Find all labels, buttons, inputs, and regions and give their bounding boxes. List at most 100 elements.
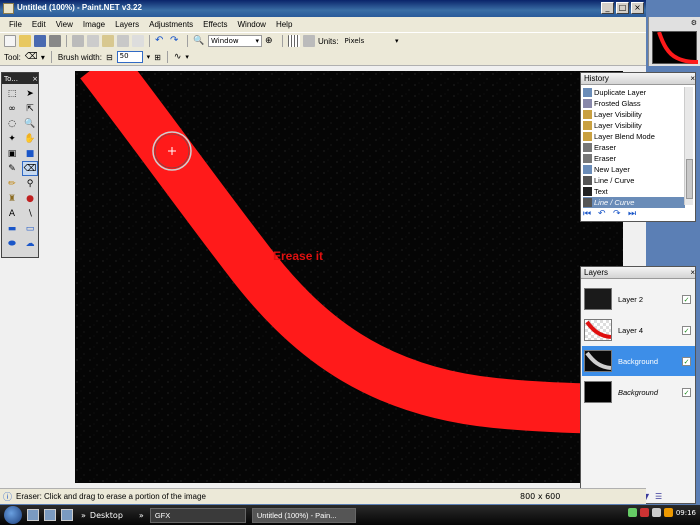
layer-row[interactable]: Background ✓ xyxy=(582,377,695,407)
open-folder-icon[interactable] xyxy=(19,35,31,47)
increase-width-icon[interactable]: ⊞ xyxy=(154,53,161,62)
chevron-down-icon[interactable]: ▾ xyxy=(147,53,151,61)
rectangle-select-icon[interactable]: ⬚ xyxy=(4,86,20,101)
image-thumbnail[interactable] xyxy=(652,31,699,64)
eraser-icon[interactable]: ⌫ xyxy=(22,161,38,176)
chevron-right-icon[interactable]: » xyxy=(139,511,144,520)
desktop-toolbar-label[interactable]: Desktop xyxy=(90,511,123,520)
undo-icon[interactable]: ↶ xyxy=(155,35,167,47)
tray-icon[interactable] xyxy=(651,508,661,517)
pencil-icon[interactable]: ✏ xyxy=(4,176,20,191)
history-item[interactable]: Line / Curve xyxy=(583,175,685,186)
chevron-down-icon[interactable]: ▾ xyxy=(185,53,189,61)
clone-stamp-icon[interactable]: ♜ xyxy=(4,191,20,206)
lasso-select-icon[interactable]: ∞ xyxy=(4,101,20,116)
cut-icon[interactable] xyxy=(72,35,84,47)
tray-icon[interactable] xyxy=(639,508,649,517)
copy-icon[interactable] xyxy=(87,35,99,47)
decrease-width-icon[interactable]: ⊟ xyxy=(106,53,113,62)
rewind-icon[interactable]: ⏮ xyxy=(583,209,593,219)
menu-file[interactable]: File xyxy=(4,20,27,29)
close-icon[interactable]: × xyxy=(690,74,695,83)
quick-launch-icon[interactable] xyxy=(61,509,73,521)
pin-icon[interactable]: ⚙ xyxy=(691,19,697,27)
layer-visibility-checkbox[interactable]: ✓ xyxy=(682,325,691,335)
history-item[interactable]: Eraser xyxy=(583,153,685,164)
zoom-dropdown[interactable]: Window ▾ xyxy=(208,35,262,47)
redo-icon[interactable]: ↷ xyxy=(613,209,623,219)
history-item[interactable]: Line / Curve xyxy=(583,197,685,208)
pan-icon[interactable]: ✋ xyxy=(22,131,38,146)
crop-icon[interactable] xyxy=(117,35,129,47)
taskbar-item-paintnet[interactable]: Untitled (100%) - Pain... xyxy=(251,507,356,523)
grid-icon[interactable] xyxy=(288,35,300,47)
history-item[interactable]: Layer Visibility xyxy=(583,109,685,120)
history-item[interactable]: New Layer xyxy=(583,164,685,175)
zoom-icon[interactable]: 🔍 xyxy=(193,35,205,47)
chevron-down-icon[interactable]: ▾ xyxy=(41,53,45,62)
history-scrollbar[interactable] xyxy=(684,87,693,205)
recolor-icon[interactable]: ● xyxy=(22,191,38,206)
image-canvas[interactable]: Erease it xyxy=(75,71,623,483)
paste-icon[interactable] xyxy=(102,35,114,47)
zoom-in-icon[interactable]: ⊕ xyxy=(265,35,277,47)
paintbrush-icon[interactable]: ✎ xyxy=(4,161,20,176)
freeform-shape-icon[interactable]: ☁ xyxy=(22,236,38,251)
tray-icon[interactable] xyxy=(627,508,637,517)
quick-launch-icon[interactable] xyxy=(44,509,56,521)
minimize-button[interactable]: _ xyxy=(601,2,614,14)
rounded-rectangle-icon[interactable]: ▭ xyxy=(22,221,38,236)
chevron-right-icon[interactable]: » xyxy=(81,511,86,520)
ruler-icon[interactable] xyxy=(303,35,315,47)
history-item[interactable]: Layer Blend Mode xyxy=(583,131,685,142)
menu-help[interactable]: Help xyxy=(271,20,297,29)
brush-width-input[interactable]: 50 xyxy=(116,51,143,63)
ellipse-select-icon[interactable]: ◌ xyxy=(4,116,20,131)
close-icon[interactable]: × xyxy=(690,268,695,277)
close-button[interactable]: × xyxy=(631,2,644,14)
magic-wand-icon[interactable]: ✦ xyxy=(4,131,20,146)
menu-view[interactable]: View xyxy=(51,20,78,29)
move-selected-icon[interactable]: ⇱ xyxy=(22,101,38,116)
eraser-tool-icon[interactable]: ⌫ xyxy=(25,51,38,63)
text-icon[interactable]: A xyxy=(4,206,20,221)
quick-launch-icon[interactable] xyxy=(27,509,39,521)
line-curve-icon[interactable]: ∖ xyxy=(22,206,38,221)
menu-layers[interactable]: Layers xyxy=(110,20,144,29)
gradient-icon[interactable]: ■ xyxy=(22,146,38,161)
layer-properties-icon[interactable]: ☰ xyxy=(655,492,664,501)
zoom-icon[interactable]: 🔍 xyxy=(22,116,38,131)
layer-row[interactable]: Layer 4 ✓ xyxy=(582,315,695,345)
rectangle-icon[interactable]: ▬ xyxy=(4,221,20,236)
layer-row[interactable]: Layer 2 ✓ xyxy=(582,284,695,314)
layer-visibility-checkbox[interactable]: ✓ xyxy=(682,387,691,397)
new-file-icon[interactable] xyxy=(4,35,16,47)
menu-edit[interactable]: Edit xyxy=(27,20,51,29)
close-icon[interactable]: × xyxy=(32,75,38,83)
menu-effects[interactable]: Effects xyxy=(198,20,232,29)
menu-window[interactable]: Window xyxy=(232,20,270,29)
undo-icon[interactable]: ↶ xyxy=(598,209,608,219)
fast-forward-icon[interactable]: ⏭ xyxy=(628,209,638,219)
units-dropdown[interactable]: Pixels ▾ xyxy=(341,35,401,47)
redo-icon[interactable]: ↷ xyxy=(170,35,182,47)
layer-visibility-checkbox[interactable]: ✓ xyxy=(682,356,691,366)
color-picker-icon[interactable]: ⚲ xyxy=(22,176,38,191)
deselect-icon[interactable] xyxy=(132,35,144,47)
history-item[interactable]: Frosted Glass xyxy=(583,98,685,109)
menu-image[interactable]: Image xyxy=(78,20,110,29)
history-item[interactable]: Duplicate Layer xyxy=(583,87,685,98)
menu-adjustments[interactable]: Adjustments xyxy=(144,20,198,29)
maximize-button[interactable]: □ xyxy=(616,2,629,14)
history-item[interactable]: Eraser xyxy=(583,142,685,153)
history-item[interactable]: Layer Visibility xyxy=(583,120,685,131)
paint-bucket-icon[interactable]: ▣ xyxy=(4,146,20,161)
ellipse-icon[interactable]: ⬬ xyxy=(4,236,20,251)
move-selection-icon[interactable]: ➤ xyxy=(22,86,38,101)
antialias-icon[interactable]: ∿ xyxy=(174,52,182,62)
start-button-icon[interactable] xyxy=(4,506,22,524)
print-icon[interactable] xyxy=(49,35,61,47)
layer-visibility-checkbox[interactable]: ✓ xyxy=(682,294,691,304)
taskbar-item-gfx[interactable]: GFX xyxy=(149,507,246,523)
save-icon[interactable] xyxy=(34,35,46,47)
